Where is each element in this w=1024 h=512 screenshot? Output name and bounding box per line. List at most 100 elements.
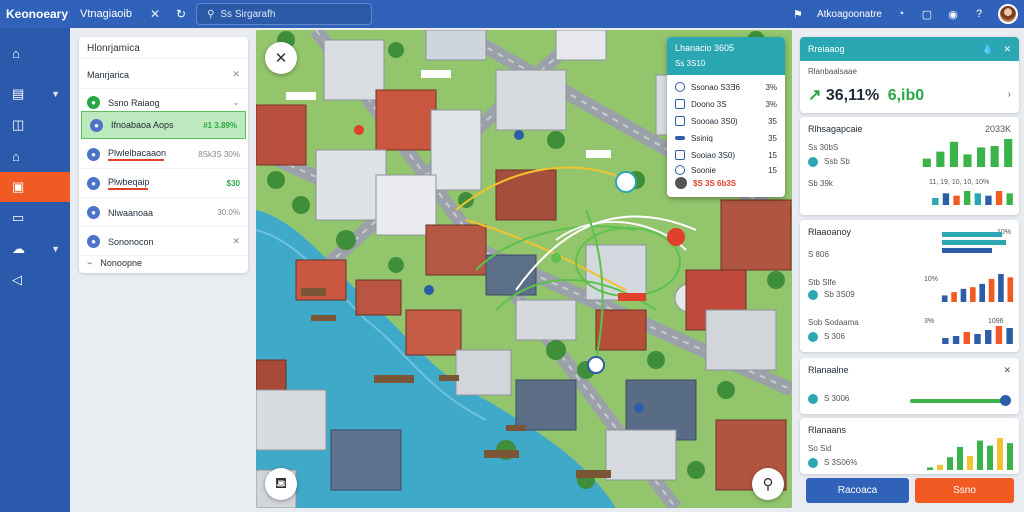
sidebar-item-cloud[interactable]: ☁ ▼ (0, 234, 70, 264)
status-icon: ● (87, 235, 100, 248)
link-icon: ⌁ (87, 257, 93, 268)
chart-bar (995, 191, 1003, 205)
locate-button[interactable]: ⚲ (752, 468, 784, 500)
user-label[interactable]: Atkoagoonatre (817, 9, 882, 20)
sidebar-item-buildings[interactable]: ▤ ▼ (0, 79, 70, 109)
close-icon[interactable]: ✕ (232, 236, 240, 247)
activity-line: Stb Slfe (808, 278, 837, 287)
summary-header: Rreiaaog 💧 ✕ (800, 37, 1019, 61)
help-icon[interactable]: ? (972, 7, 986, 21)
stats-line-text: Sb 39k (808, 179, 833, 188)
status-icon: ● (87, 96, 100, 109)
bell-icon[interactable]: ◔ (894, 7, 908, 21)
warehouse-icon: ⌂ (12, 148, 20, 164)
popup-row-value: 35 (768, 133, 777, 143)
chart-bar (1006, 193, 1013, 205)
progress-slider-track[interactable] (910, 399, 1006, 403)
list-item[interactable]: ● Nlwaanoaa 30.0% (79, 199, 248, 227)
progress-slider-handle[interactable] (1000, 395, 1011, 406)
list-item[interactable]: ⌁ Nonoopne (79, 249, 248, 277)
sidebar-item-book[interactable]: ◫ (0, 110, 70, 140)
bar-icon (675, 136, 685, 140)
action-button[interactable]: Ssno (915, 478, 1014, 503)
activity-bar-3 (942, 248, 992, 253)
chart-bar (952, 336, 960, 344)
status-icon: ● (87, 206, 100, 219)
chart-bar (922, 158, 931, 167)
chart-bar (941, 295, 948, 302)
tab-label: Vtnagiaoib (80, 8, 132, 20)
chart-bar (970, 287, 976, 302)
stats-line: Sb 39k (808, 179, 833, 188)
close-icon[interactable]: ✕ (150, 7, 160, 21)
tab-main[interactable]: Vtnagiaoib ✕ (70, 0, 170, 28)
popup-row-label: Ssiniq (691, 133, 713, 143)
chevron-down-icon: ▼ (51, 244, 60, 254)
avatar[interactable] (998, 4, 1018, 24)
list-item-label: Manrjarica (87, 69, 130, 80)
list-item-label: Sononocon (108, 236, 154, 247)
chart-bar (977, 147, 986, 167)
search-input[interactable]: ⚲ Ss Sirgarafh (196, 3, 373, 25)
list-item[interactable]: ● Plwbeqaip $30 (79, 170, 248, 198)
popup-row-label: Soonie (691, 165, 716, 175)
shield-icon (675, 150, 685, 160)
chart-bar (974, 334, 981, 344)
chart-bar (951, 292, 957, 302)
stats-value: 2033K (984, 124, 1011, 134)
chart-bar (936, 151, 945, 167)
sidebar-item-location[interactable]: ◁ (0, 265, 70, 295)
sidebar-item-home[interactable]: ⌂ (0, 38, 70, 68)
list-item[interactable]: Manrjarica ✕ (79, 61, 248, 89)
progress-header: Rlanaalne ✕ (800, 358, 1019, 382)
drop-icon[interactable]: 💧 (982, 44, 993, 55)
activity-pct: 10% (924, 276, 939, 283)
chart-bar (963, 154, 972, 167)
confirm-button[interactable]: Racoaca (806, 478, 909, 503)
list-item-selected[interactable]: ● Ifnoabaoa Aops #1 3.89% (81, 111, 246, 139)
close-icon[interactable]: ✕ (232, 69, 240, 80)
chart-bar (998, 274, 1004, 302)
close-icon[interactable]: ✕ (1003, 365, 1011, 376)
teal-dot-icon (808, 157, 818, 167)
settings-icon[interactable]: ◉ (946, 7, 960, 21)
flag-icon[interactable]: ⚑ (791, 7, 805, 21)
list-item[interactable]: ● Plwlelbacaaon 8Sk3S 30% (79, 141, 248, 169)
progress-bar (108, 188, 148, 190)
chevron-right-icon[interactable]: › (1008, 89, 1011, 100)
popup-title: Lhanacio 3605 (675, 43, 735, 53)
stats-line: Ssb Sb (808, 157, 850, 167)
sidebar-item-warehouse[interactable]: ⌂ (0, 141, 70, 171)
stats-scale: 11, 19, 10, 10, 10% (929, 179, 990, 186)
status-icon: ● (87, 148, 100, 161)
summary-secondary-value: 6,ib0 (887, 87, 925, 104)
list-item-value: $30 (226, 179, 240, 188)
coin-icon (675, 177, 687, 189)
list-item-label: Ssno Raiaog (108, 97, 160, 108)
refresh-icon[interactable]: ↻ (170, 7, 192, 21)
map-tool-button[interactable]: ⛾ (265, 468, 297, 500)
trend-value: S 3S06% (824, 458, 858, 468)
popup-footer-text: $S 3S 6b3S (693, 178, 737, 188)
teal-dot-icon (808, 458, 818, 468)
mission-title: Hlonrjamica (79, 37, 248, 59)
list-item-label: Nlwaanoaa (108, 207, 154, 218)
popup-row-value: 3% (765, 99, 777, 109)
top-right-tools: ⚑ Atkoagoonatre ◔ ▢ ◉ ? (791, 4, 1024, 24)
teal-dot-icon (808, 394, 818, 404)
close-icon[interactable]: ✕ (1003, 44, 1011, 55)
sidebar-item-folder[interactable]: ▭ (0, 203, 70, 233)
sidebar: ⌂ ▤ ▼ ◫ ⌂ ▣ ▭ ☁ ▼ ◁ (0, 28, 70, 512)
location-icon: ◁ (12, 272, 22, 287)
trend-title: Rlanaans (808, 425, 847, 435)
progress-value: S 3006 (824, 394, 850, 404)
list-item-label: Plwlelbacaaon (108, 148, 167, 158)
progress-card: Rlanaalne ✕ S 3006 (800, 358, 1019, 414)
chart-bar (942, 338, 949, 344)
close-map-button[interactable]: ✕ (265, 42, 297, 74)
sidebar-item-camera[interactable]: ▣ (0, 172, 70, 202)
chart-bar (1006, 328, 1013, 344)
chart-bar (1007, 277, 1014, 302)
clipboard-icon[interactable]: ▢ (920, 7, 934, 21)
chevron-down-icon[interactable]: ⌄ (232, 97, 240, 108)
